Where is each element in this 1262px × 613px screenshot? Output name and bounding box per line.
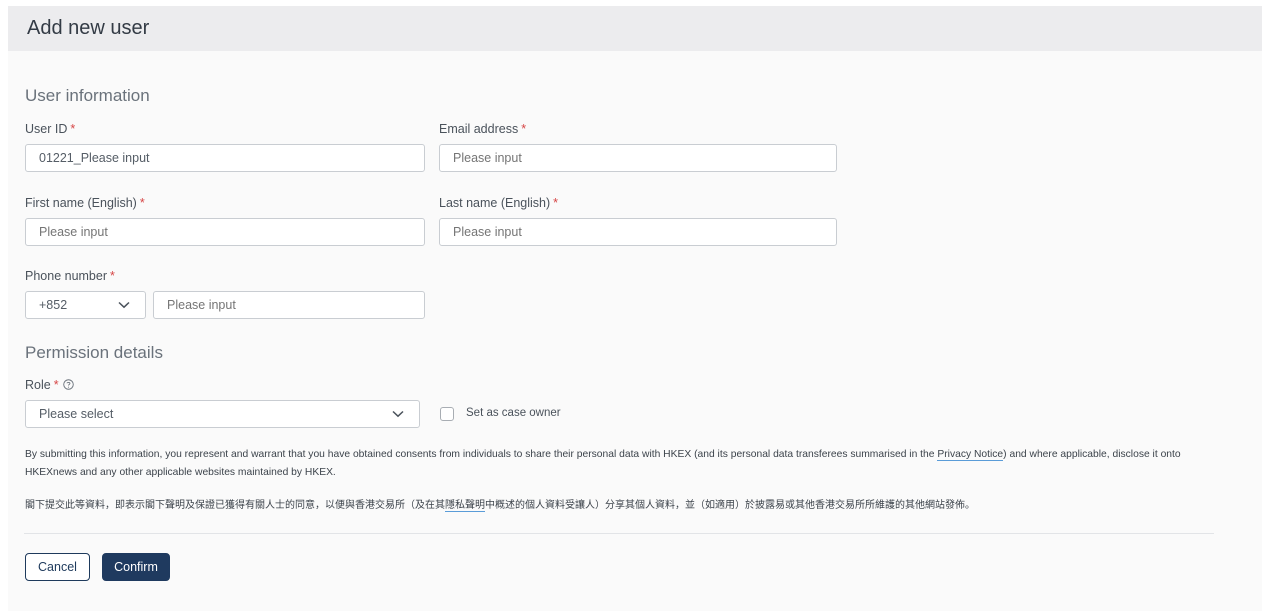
user-info-heading: User information	[25, 86, 150, 105]
chevron-down-icon	[392, 410, 404, 418]
role-label: Role *	[25, 378, 74, 392]
case-owner-checkbox[interactable]	[440, 407, 454, 421]
disclaimer-english: By submitting this information, you repr…	[25, 449, 1181, 478]
first-name-label: First name (English) *	[25, 196, 145, 210]
email-label: Email address *	[439, 122, 527, 136]
required-mark: *	[553, 196, 559, 210]
country-code-select[interactable]: +852	[25, 291, 146, 319]
privacy-notice-link[interactable]: Privacy Notice	[937, 449, 1004, 461]
email-input[interactable]	[439, 144, 837, 172]
dialog-header: Add new user	[8, 6, 1262, 51]
confirm-button[interactable]: Confirm	[102, 553, 170, 581]
user-id-label: User ID *	[25, 122, 76, 136]
dialog-title: Add new user	[27, 17, 150, 39]
case-owner-label: Set as case owner	[466, 407, 561, 419]
required-mark: *	[521, 122, 527, 136]
permission-heading: Permission details	[25, 343, 163, 362]
phone-input[interactable]	[153, 291, 425, 319]
cancel-button[interactable]: Cancel	[25, 553, 90, 581]
required-mark: *	[110, 269, 115, 283]
first-name-input[interactable]	[25, 218, 425, 246]
required-mark: *	[53, 378, 59, 392]
required-mark: *	[70, 122, 76, 136]
last-name-input[interactable]	[439, 218, 837, 246]
divider	[24, 533, 1214, 534]
phone-label: Phone number *	[25, 269, 115, 283]
user-id-input[interactable]	[25, 144, 425, 172]
country-code-value: +852	[39, 298, 68, 312]
help-circle-icon[interactable]	[62, 379, 74, 390]
required-mark: *	[139, 196, 145, 210]
role-select[interactable]: Please select	[25, 400, 420, 428]
last-name-label: Last name (English) *	[439, 196, 559, 210]
privacy-notice-link-zh[interactable]: 隱私聲明	[445, 500, 485, 512]
disclaimer-chinese: 閣下提交此等資料，即表示閣下聲明及保證已獲得有關人士的同意，以便與香港交易所（及…	[25, 500, 975, 512]
role-placeholder: Please select	[39, 407, 114, 421]
chevron-down-icon	[118, 301, 130, 309]
